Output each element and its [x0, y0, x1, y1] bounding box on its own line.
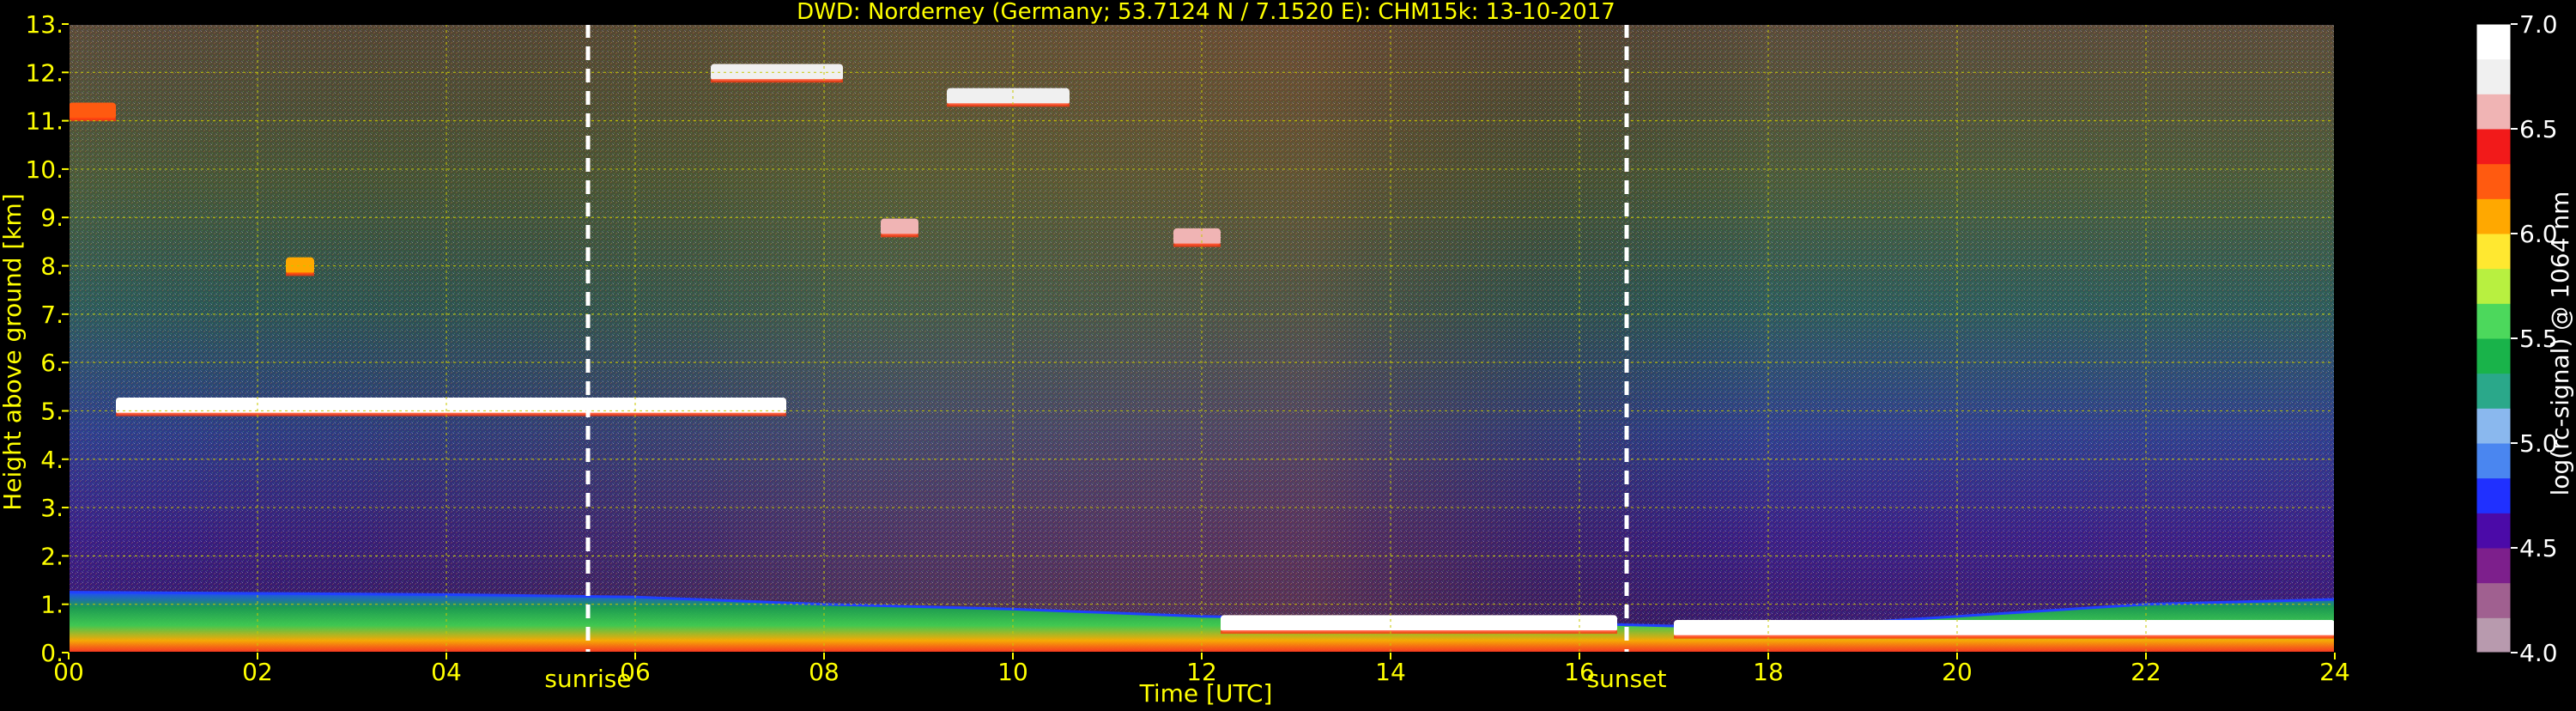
y-tick-label: 3. — [40, 494, 64, 522]
annotation-label-sunrise: sunrise — [544, 665, 631, 693]
y-tick-label: 13. — [25, 10, 64, 39]
cloud-layer — [947, 88, 1070, 106]
colorbar-tick-label: 6.5 — [2519, 115, 2558, 143]
y-tick-label: 10. — [25, 155, 64, 184]
lidar-figure: sunrise sunset 00 02 04 06 08 10 12 14 16 18 20 22 24… — [0, 0, 2576, 708]
y-tick-label: 9. — [40, 204, 64, 232]
x-tick-label: 02 — [242, 658, 273, 686]
y-tick-label: 11. — [25, 107, 64, 136]
x-tick-label: 08 — [809, 658, 839, 686]
x-axis-label: Time [UTC] — [1139, 679, 1273, 708]
colorbar-tick-label: 4.5 — [2519, 534, 2558, 562]
colorbar-segment — [2476, 234, 2511, 270]
cloud-layer — [1221, 615, 1617, 633]
colorbar-segment — [2476, 548, 2511, 584]
colorbar-segment — [2476, 373, 2511, 409]
y-tick-label: 6. — [40, 349, 64, 377]
colorbar-segment — [2476, 513, 2511, 549]
colorbar-segment — [2476, 477, 2511, 514]
colorbar-segment — [2476, 129, 2511, 165]
colorbar-segment — [2476, 24, 2511, 60]
annotation-label-sunset: sunset — [1587, 665, 1667, 693]
x-tick-label: 06 — [620, 658, 651, 686]
x-tick-label: 04 — [431, 658, 462, 686]
cloud-layer — [69, 102, 116, 120]
cloud-layer-edge — [881, 234, 918, 238]
cloud-layer-edge — [1221, 630, 1617, 635]
x-tick-label: 10 — [997, 658, 1028, 686]
colorbar-segment — [2476, 617, 2511, 653]
x-tick-label: 20 — [1942, 658, 1973, 686]
y-tick-label: 5. — [40, 397, 64, 425]
x-tick-label: 22 — [2131, 658, 2161, 686]
colorbar-segment — [2476, 268, 2511, 304]
colorbar-segment — [2476, 58, 2511, 94]
colorbar-tick-label: 4.0 — [2519, 639, 2558, 667]
cloud-layer — [881, 218, 918, 236]
cloud-layer-edge — [286, 272, 314, 276]
cloud-layer-edge — [116, 412, 786, 416]
colorbar-segment — [2476, 94, 2511, 130]
cloud-layer — [116, 397, 786, 415]
colorbar-segment — [2476, 163, 2511, 199]
colorbar-segment — [2476, 198, 2511, 234]
colorbar-segment — [2476, 338, 2511, 374]
x-tick-label: 24 — [2319, 658, 2350, 686]
y-tick-label: 7. — [40, 301, 64, 329]
y-tick-label: 0. — [40, 639, 64, 667]
y-tick-label: 1. — [40, 591, 64, 619]
colorbar-segment — [2476, 443, 2511, 479]
x-tick-label: 16 — [1564, 658, 1595, 686]
colorbar-tick-label: 7.0 — [2519, 10, 2558, 39]
cloud-layer-edge — [1674, 635, 2335, 639]
cloud-layer-edge — [711, 79, 843, 83]
colorbar-label: log(rc-signal) @ 1064 nm — [2546, 191, 2574, 496]
cloud-layer — [1674, 619, 2335, 637]
cloud-layer-edge — [1173, 243, 1221, 247]
y-tick-label: 2. — [40, 542, 64, 570]
y-tick-label: 4. — [40, 446, 64, 474]
colorbar-segment — [2476, 303, 2511, 339]
x-tick-label: 18 — [1753, 658, 1784, 686]
x-tick-label: 14 — [1375, 658, 1406, 686]
y-tick-label: 8. — [40, 252, 64, 281]
colorbar-segment — [2476, 582, 2511, 618]
ceilometer-chart: sunrise sunset 00 02 04 06 08 10 12 14 16 18 20 22 24… — [0, 0, 2574, 708]
y-tick-label: 12. — [25, 58, 64, 87]
cloud-layer — [1173, 228, 1221, 246]
chart-title: DWD: Norderney (Germany; 53.7124 N / 7.1… — [797, 0, 1615, 25]
colorbar-segment — [2476, 408, 2511, 444]
y-axis-label: Height above ground [km] — [0, 193, 27, 511]
cloud-layer-edge — [947, 103, 1070, 107]
